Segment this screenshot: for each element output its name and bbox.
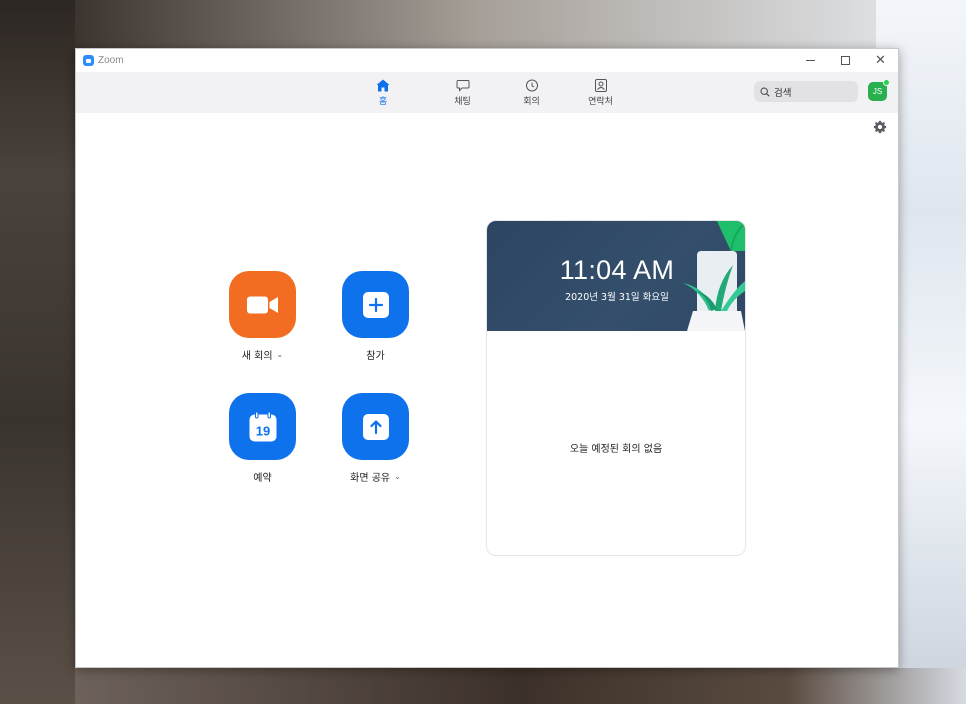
tab-contacts-label: 연락처 bbox=[588, 96, 613, 107]
tab-home[interactable]: 홈 bbox=[358, 72, 408, 113]
maximize-button[interactable] bbox=[828, 49, 863, 72]
tab-chat[interactable]: 채팅 bbox=[428, 72, 497, 113]
current-time: 11:04 AM bbox=[559, 255, 675, 285]
chevron-down-icon[interactable]: ⌄ bbox=[394, 472, 401, 481]
share-screen-action[interactable]: 화면 공유 ⌄ bbox=[342, 393, 409, 484]
title-bar[interactable]: Zoom ✕ bbox=[76, 49, 898, 72]
new-meeting-label-row: 새 회의 ⌄ bbox=[242, 347, 283, 362]
wallpaper-left bbox=[0, 0, 75, 704]
tab-chat-label: 채팅 bbox=[454, 96, 471, 107]
plus-icon bbox=[362, 291, 389, 318]
minimize-button[interactable] bbox=[793, 49, 828, 72]
join-label: 참가 bbox=[366, 351, 385, 362]
contacts-icon bbox=[594, 78, 607, 92]
close-icon: ✕ bbox=[875, 53, 886, 68]
calendar-day: 19 bbox=[255, 423, 269, 438]
tab-contacts[interactable]: 연락처 bbox=[566, 72, 635, 113]
maximize-icon bbox=[841, 56, 850, 65]
tab-meetings[interactable]: 회의 bbox=[497, 72, 566, 113]
current-date: 2020년 3월 31일 화요일 bbox=[565, 292, 669, 303]
upload-arrow-icon bbox=[362, 413, 389, 440]
close-button[interactable]: ✕ bbox=[863, 49, 898, 72]
new-meeting-action[interactable]: 새 회의 ⌄ bbox=[229, 271, 296, 362]
upcoming-meetings-card: 11:04 AM 2020년 3월 31일 화요일 오늘 예정된 회의 없음 bbox=[486, 220, 746, 556]
search-placeholder: 검색 bbox=[774, 87, 792, 99]
presence-status-dot bbox=[883, 79, 890, 86]
search-input[interactable]: 검색 bbox=[754, 81, 858, 102]
schedule-label: 예약 bbox=[253, 473, 272, 484]
schedule-label-row: 예약 bbox=[253, 469, 271, 484]
avatar[interactable]: JS bbox=[868, 79, 890, 101]
tab-home-label: 홈 bbox=[378, 96, 388, 107]
chevron-down-icon[interactable]: ⌄ bbox=[277, 350, 284, 359]
gear-icon[interactable] bbox=[873, 120, 887, 134]
share-screen-button[interactable] bbox=[342, 393, 409, 460]
home-icon bbox=[376, 79, 390, 91]
clock-icon bbox=[525, 79, 538, 91]
video-camera-icon bbox=[246, 296, 278, 313]
join-button[interactable] bbox=[342, 271, 409, 338]
chat-icon bbox=[456, 79, 469, 92]
schedule-action[interactable]: 19 예약 bbox=[229, 393, 296, 484]
share-screen-label: 화면 공유 bbox=[350, 473, 391, 484]
wallpaper-bottom bbox=[75, 668, 966, 704]
schedule-button[interactable]: 19 bbox=[229, 393, 296, 460]
window-title: Zoom bbox=[98, 55, 124, 66]
top-nav-bar: 홈 채팅 회의 연락처 검색 JS bbox=[76, 72, 898, 113]
search-icon bbox=[760, 86, 770, 97]
nav-tabs: 홈 채팅 회의 연락처 bbox=[358, 72, 635, 113]
minimize-icon bbox=[806, 60, 815, 61]
clock-header: 11:04 AM 2020년 3월 31일 화요일 bbox=[487, 221, 745, 331]
no-meetings-message: 오늘 예정된 회의 없음 bbox=[569, 443, 663, 455]
window-controls: ✕ bbox=[793, 49, 898, 72]
zoom-window: Zoom ✕ 홈 채팅 회의 연락처 검색 JS 새 회의 ⌄ 참가 19 예약… bbox=[75, 48, 899, 668]
new-meeting-button[interactable] bbox=[229, 271, 296, 338]
join-label-row: 참가 bbox=[366, 347, 384, 362]
wallpaper-top bbox=[75, 0, 966, 48]
calendar-icon: 19 bbox=[249, 411, 276, 441]
meetings-list: 오늘 예정된 회의 없음 bbox=[487, 331, 745, 555]
zoom-logo-icon bbox=[83, 55, 94, 66]
share-screen-label-row: 화면 공유 ⌄ bbox=[350, 469, 401, 484]
new-meeting-label: 새 회의 bbox=[241, 351, 273, 362]
tab-meetings-label: 회의 bbox=[523, 96, 540, 107]
avatar-initials: JS bbox=[872, 87, 883, 96]
join-action[interactable]: 참가 bbox=[342, 271, 409, 362]
